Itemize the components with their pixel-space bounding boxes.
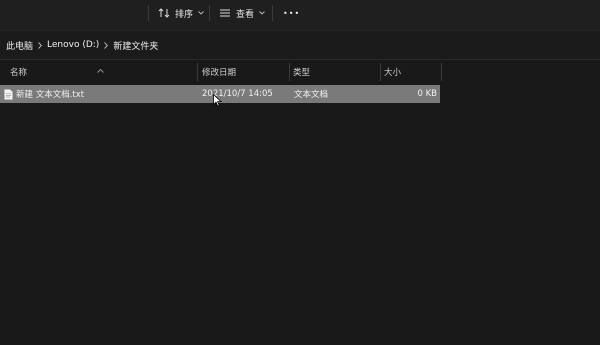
breadcrumb: 此电脑 Lenovo (D:) 新建文件夹 xyxy=(0,30,600,60)
column-header-modified-label: 修改日期 xyxy=(202,67,237,78)
file-size: 0 KB xyxy=(417,89,437,99)
column-header-name-label: 名称 xyxy=(10,67,28,78)
view-button[interactable]: 查看 xyxy=(219,3,265,23)
sort-button[interactable]: 排序 xyxy=(158,3,204,23)
breadcrumb-item-this-pc[interactable]: 此电脑 xyxy=(6,39,33,52)
sort-label: 排序 xyxy=(175,9,194,20)
chevron-down-icon xyxy=(259,11,265,15)
toolbar-divider xyxy=(209,5,210,21)
breadcrumb-item-drive[interactable]: Lenovo (D:) xyxy=(47,40,99,50)
column-header-type[interactable]: 类型 xyxy=(293,61,378,82)
file-name[interactable]: 新建 文本文档.txt xyxy=(16,85,84,103)
column-divider[interactable] xyxy=(197,63,198,81)
file-explorer-window: 排序 查看 ••• 此电脑 Lenovo (D:) 新建文件夹 名称 修改日期 … xyxy=(0,0,600,345)
column-header-name[interactable]: 名称 xyxy=(10,61,195,82)
column-header-size-label: 大小 xyxy=(384,67,402,78)
column-header-type-label: 类型 xyxy=(293,67,311,78)
command-bar: 排序 查看 ••• xyxy=(0,0,600,30)
chevron-right-icon[interactable] xyxy=(38,41,42,49)
mouse-pointer-icon xyxy=(213,92,223,111)
more-options-icon: ••• xyxy=(283,8,301,18)
view-label: 查看 xyxy=(236,9,255,20)
chevron-down-icon xyxy=(198,11,204,15)
toolbar-divider xyxy=(148,5,149,21)
column-divider[interactable] xyxy=(289,63,290,81)
column-divider[interactable] xyxy=(380,63,381,81)
column-header-modified[interactable]: 修改日期 xyxy=(202,61,287,82)
column-header-size[interactable]: 大小 xyxy=(384,61,439,82)
breadcrumb-item-folder[interactable]: 新建文件夹 xyxy=(113,39,158,52)
view-list-icon xyxy=(219,7,231,19)
chevron-right-icon[interactable] xyxy=(104,41,109,49)
sort-icon xyxy=(158,7,170,19)
more-options-button[interactable]: ••• xyxy=(283,3,300,23)
file-type: 文本文档 xyxy=(294,90,329,100)
column-header-row: 名称 修改日期 类型 大小 xyxy=(0,61,442,82)
toolbar-divider xyxy=(272,5,273,21)
file-icon xyxy=(4,85,13,103)
column-divider[interactable] xyxy=(441,63,442,81)
